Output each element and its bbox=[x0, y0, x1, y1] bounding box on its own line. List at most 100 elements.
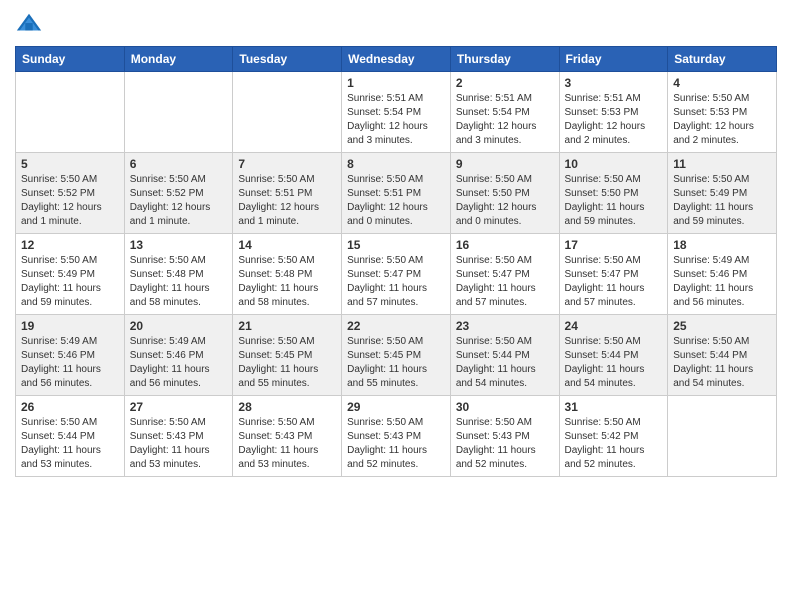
calendar-cell: 19 Sunrise: 5:49 AM Sunset: 5:46 PM Dayli… bbox=[16, 315, 125, 396]
calendar-cell: 15 Sunrise: 5:50 AM Sunset: 5:47 PM Dayli… bbox=[342, 234, 451, 315]
calendar-cell: 8Sunrise: 5:50 AM Sunset: 5:51 PM Daylig… bbox=[342, 153, 451, 234]
day-number: 9 bbox=[456, 157, 554, 171]
calendar-cell: 11 Sunrise: 5:50 AM Sunset: 5:49 PM Dayli… bbox=[668, 153, 777, 234]
day-info: Sunrise: 5:50 AM Sunset: 5:50 PM Dayligh… bbox=[456, 173, 554, 229]
calendar-cell: 31 Sunrise: 5:50 AM Sunset: 5:42 PM Dayli… bbox=[559, 396, 668, 477]
calendar-cell: 28 Sunrise: 5:50 AM Sunset: 5:43 PM Dayli… bbox=[233, 396, 342, 477]
weekday-header-saturday: Saturday bbox=[668, 47, 777, 72]
calendar-cell: 23 Sunrise: 5:50 AM Sunset: 5:44 PM Dayli… bbox=[450, 315, 559, 396]
day-info: Sunrise: 5:50 AM Sunset: 5:49 PM Dayligh… bbox=[673, 173, 771, 229]
day-info: Sunrise: 5:49 AM Sunset: 5:46 PM Dayligh… bbox=[673, 254, 771, 310]
weekday-header-wednesday: Wednesday bbox=[342, 47, 451, 72]
day-info: Sunrise: 5:51 AM Sunset: 5:54 PM Dayligh… bbox=[456, 92, 554, 148]
day-number: 3 bbox=[565, 76, 663, 90]
calendar-body: 1 Sunrise: 5:51 AM Sunset: 5:54 PM Daylig… bbox=[16, 72, 777, 477]
weekday-header-row: SundayMondayTuesdayWednesdayThursdayFrid… bbox=[16, 47, 777, 72]
day-info: Sunrise: 5:51 AM Sunset: 5:53 PM Dayligh… bbox=[565, 92, 663, 148]
day-info: Sunrise: 5:50 AM Sunset: 5:44 PM Dayligh… bbox=[456, 335, 554, 391]
day-number: 28 bbox=[238, 400, 336, 414]
day-number: 26 bbox=[21, 400, 119, 414]
calendar-cell bbox=[668, 396, 777, 477]
day-info: Sunrise: 5:49 AM Sunset: 5:46 PM Dayligh… bbox=[21, 335, 119, 391]
day-number: 10 bbox=[565, 157, 663, 171]
calendar-cell: 30 Sunrise: 5:50 AM Sunset: 5:43 PM Dayli… bbox=[450, 396, 559, 477]
day-number: 19 bbox=[21, 319, 119, 333]
day-info: Sunrise: 5:50 AM Sunset: 5:44 PM Dayligh… bbox=[565, 335, 663, 391]
calendar-cell: 26 Sunrise: 5:50 AM Sunset: 5:44 PM Dayli… bbox=[16, 396, 125, 477]
day-number: 1 bbox=[347, 76, 445, 90]
day-info: Sunrise: 5:49 AM Sunset: 5:46 PM Dayligh… bbox=[130, 335, 228, 391]
day-info: Sunrise: 5:50 AM Sunset: 5:43 PM Dayligh… bbox=[456, 416, 554, 472]
weekday-header-tuesday: Tuesday bbox=[233, 47, 342, 72]
day-number: 6 bbox=[130, 157, 228, 171]
calendar-cell: 6 Sunrise: 5:50 AM Sunset: 5:52 PM Daylig… bbox=[124, 153, 233, 234]
day-info: Sunrise: 5:50 AM Sunset: 5:42 PM Dayligh… bbox=[565, 416, 663, 472]
day-number: 30 bbox=[456, 400, 554, 414]
page: SundayMondayTuesdayWednesdayThursdayFrid… bbox=[0, 0, 792, 612]
logo bbox=[15, 10, 47, 38]
day-number: 13 bbox=[130, 238, 228, 252]
calendar-cell: 18 Sunrise: 5:49 AM Sunset: 5:46 PM Dayli… bbox=[668, 234, 777, 315]
day-number: 21 bbox=[238, 319, 336, 333]
day-info: Sunrise: 5:50 AM Sunset: 5:43 PM Dayligh… bbox=[347, 416, 445, 472]
day-number: 20 bbox=[130, 319, 228, 333]
day-number: 29 bbox=[347, 400, 445, 414]
calendar-cell: 24 Sunrise: 5:50 AM Sunset: 5:44 PM Dayli… bbox=[559, 315, 668, 396]
calendar-cell: 21 Sunrise: 5:50 AM Sunset: 5:45 PM Dayli… bbox=[233, 315, 342, 396]
calendar-cell: 14 Sunrise: 5:50 AM Sunset: 5:48 PM Dayli… bbox=[233, 234, 342, 315]
calendar-cell: 4 Sunrise: 5:50 AM Sunset: 5:53 PM Daylig… bbox=[668, 72, 777, 153]
day-number: 24 bbox=[565, 319, 663, 333]
weekday-header-thursday: Thursday bbox=[450, 47, 559, 72]
calendar-cell bbox=[233, 72, 342, 153]
day-info: Sunrise: 5:50 AM Sunset: 5:51 PM Dayligh… bbox=[347, 173, 445, 229]
header bbox=[15, 10, 777, 38]
day-info: Sunrise: 5:50 AM Sunset: 5:43 PM Dayligh… bbox=[238, 416, 336, 472]
day-info: Sunrise: 5:50 AM Sunset: 5:53 PM Dayligh… bbox=[673, 92, 771, 148]
calendar-cell: 17Sunrise: 5:50 AM Sunset: 5:47 PM Dayli… bbox=[559, 234, 668, 315]
day-info: Sunrise: 5:50 AM Sunset: 5:48 PM Dayligh… bbox=[238, 254, 336, 310]
day-number: 12 bbox=[21, 238, 119, 252]
day-number: 4 bbox=[673, 76, 771, 90]
weekday-header-sunday: Sunday bbox=[16, 47, 125, 72]
calendar-cell: 13Sunrise: 5:50 AM Sunset: 5:48 PM Dayli… bbox=[124, 234, 233, 315]
day-number: 25 bbox=[673, 319, 771, 333]
calendar-cell: 3 Sunrise: 5:51 AM Sunset: 5:53 PM Daylig… bbox=[559, 72, 668, 153]
logo-icon bbox=[15, 10, 43, 38]
day-number: 5 bbox=[21, 157, 119, 171]
calendar-cell: 20 Sunrise: 5:49 AM Sunset: 5:46 PM Dayli… bbox=[124, 315, 233, 396]
day-info: Sunrise: 5:50 AM Sunset: 5:51 PM Dayligh… bbox=[238, 173, 336, 229]
day-info: Sunrise: 5:50 AM Sunset: 5:47 PM Dayligh… bbox=[347, 254, 445, 310]
calendar-week-1: 1 Sunrise: 5:51 AM Sunset: 5:54 PM Daylig… bbox=[16, 72, 777, 153]
day-info: Sunrise: 5:50 AM Sunset: 5:52 PM Dayligh… bbox=[130, 173, 228, 229]
calendar-cell: 1 Sunrise: 5:51 AM Sunset: 5:54 PM Daylig… bbox=[342, 72, 451, 153]
day-number: 17 bbox=[565, 238, 663, 252]
day-info: Sunrise: 5:50 AM Sunset: 5:44 PM Dayligh… bbox=[21, 416, 119, 472]
day-info: Sunrise: 5:50 AM Sunset: 5:43 PM Dayligh… bbox=[130, 416, 228, 472]
day-number: 31 bbox=[565, 400, 663, 414]
calendar-cell bbox=[16, 72, 125, 153]
day-number: 18 bbox=[673, 238, 771, 252]
day-number: 15 bbox=[347, 238, 445, 252]
calendar-cell: 2Sunrise: 5:51 AM Sunset: 5:54 PM Daylig… bbox=[450, 72, 559, 153]
weekday-header-friday: Friday bbox=[559, 47, 668, 72]
day-info: Sunrise: 5:50 AM Sunset: 5:49 PM Dayligh… bbox=[21, 254, 119, 310]
calendar-cell: 10 Sunrise: 5:50 AM Sunset: 5:50 PM Dayli… bbox=[559, 153, 668, 234]
day-number: 14 bbox=[238, 238, 336, 252]
calendar-cell: 12 Sunrise: 5:50 AM Sunset: 5:49 PM Dayli… bbox=[16, 234, 125, 315]
day-number: 11 bbox=[673, 157, 771, 171]
calendar-cell: 7Sunrise: 5:50 AM Sunset: 5:51 PM Daylig… bbox=[233, 153, 342, 234]
calendar-week-3: 12 Sunrise: 5:50 AM Sunset: 5:49 PM Dayli… bbox=[16, 234, 777, 315]
calendar-week-5: 26 Sunrise: 5:50 AM Sunset: 5:44 PM Dayli… bbox=[16, 396, 777, 477]
calendar-cell: 29 Sunrise: 5:50 AM Sunset: 5:43 PM Dayli… bbox=[342, 396, 451, 477]
day-info: Sunrise: 5:50 AM Sunset: 5:50 PM Dayligh… bbox=[565, 173, 663, 229]
calendar-cell bbox=[124, 72, 233, 153]
calendar-week-4: 19 Sunrise: 5:49 AM Sunset: 5:46 PM Dayli… bbox=[16, 315, 777, 396]
day-number: 27 bbox=[130, 400, 228, 414]
day-info: Sunrise: 5:50 AM Sunset: 5:45 PM Dayligh… bbox=[347, 335, 445, 391]
day-info: Sunrise: 5:50 AM Sunset: 5:45 PM Dayligh… bbox=[238, 335, 336, 391]
calendar-cell: 9 Sunrise: 5:50 AM Sunset: 5:50 PM Daylig… bbox=[450, 153, 559, 234]
calendar-cell: 5Sunrise: 5:50 AM Sunset: 5:52 PM Daylig… bbox=[16, 153, 125, 234]
day-info: Sunrise: 5:51 AM Sunset: 5:54 PM Dayligh… bbox=[347, 92, 445, 148]
day-number: 23 bbox=[456, 319, 554, 333]
calendar-header: SundayMondayTuesdayWednesdayThursdayFrid… bbox=[16, 47, 777, 72]
